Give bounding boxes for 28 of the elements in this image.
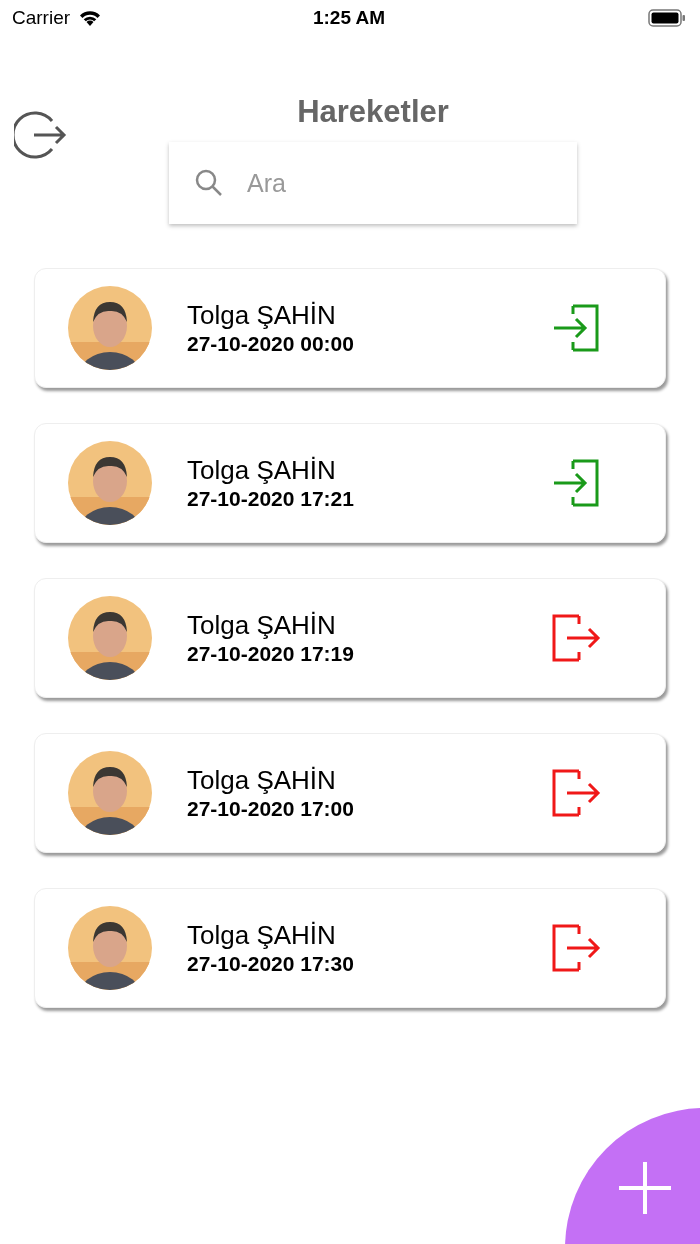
plus-icon (618, 1161, 672, 1215)
entry-card[interactable]: Tolga ŞAHİN 27-10-2020 17:21 (34, 423, 666, 543)
person-name: Tolga ŞAHİN (187, 609, 337, 641)
exit-icon (551, 923, 601, 973)
entry-card[interactable]: Tolga ŞAHİN 27-10-2020 00:00 (34, 268, 666, 388)
carrier-label: Carrier (12, 7, 71, 29)
search-icon (195, 169, 223, 197)
entry-datetime: 27-10-2020 17:21 (187, 486, 355, 512)
entry-card[interactable]: Tolga ŞAHİN 27-10-2020 17:30 (34, 888, 666, 1008)
person-name: Tolga ŞAHİN (187, 919, 337, 951)
entry-card[interactable]: Tolga ŞAHİN 27-10-2020 17:00 (34, 733, 666, 853)
enter-icon (551, 458, 601, 508)
entry-datetime: 27-10-2020 17:00 (187, 796, 355, 822)
page-title: Hareketler (297, 93, 449, 131)
enter-icon (551, 303, 601, 353)
entry-card[interactable]: Tolga ŞAHİN 27-10-2020 17:19 (34, 578, 666, 698)
wifi-icon (78, 9, 103, 27)
battery-icon (648, 9, 686, 27)
entry-datetime: 27-10-2020 00:00 (187, 331, 355, 357)
person-name: Tolga ŞAHİN (187, 454, 337, 486)
clock-time: 1:25 AM (312, 7, 386, 29)
person-name: Tolga ŞAHİN (187, 299, 337, 331)
exit-icon (551, 768, 601, 818)
exit-icon (551, 613, 601, 663)
search-field[interactable]: Ara (169, 142, 577, 224)
person-name: Tolga ŞAHİN (187, 764, 337, 796)
entry-datetime: 27-10-2020 17:30 (187, 951, 355, 977)
entry-datetime: 27-10-2020 17:19 (187, 641, 355, 667)
